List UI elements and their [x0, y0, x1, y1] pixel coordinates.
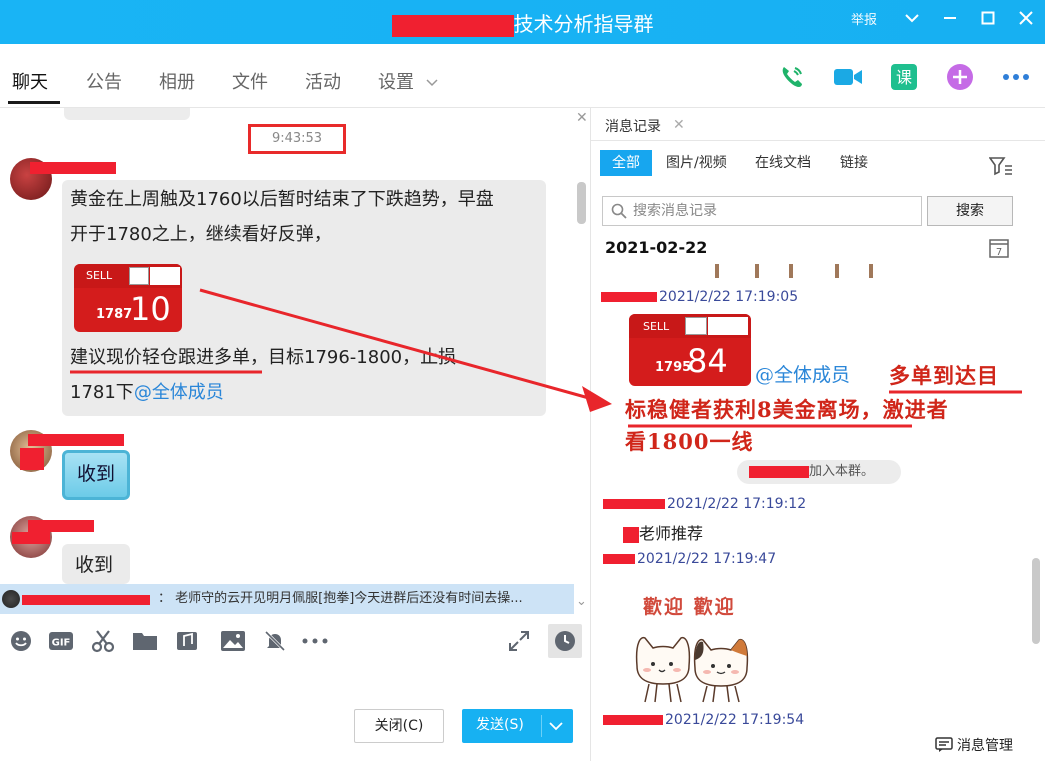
tab-album[interactable]: 相册 — [159, 68, 195, 94]
message-timestamp: 9:43:53 — [248, 124, 346, 154]
chevron-down-icon[interactable]: ⌄ — [576, 594, 587, 609]
close-icon[interactable]: ✕ — [673, 117, 685, 133]
redacted-sender-name — [28, 520, 94, 532]
input-toolbar: GIF — [8, 624, 588, 658]
annotation-text: 标稳健者获利8美金离场，激进者 — [625, 397, 949, 422]
welcome-sticker-text: 歡迎 歡迎 — [643, 596, 736, 618]
mention-all-link[interactable]: @全体成员 — [134, 382, 224, 403]
expand-icon[interactable] — [506, 628, 532, 654]
history-message-text: 老师推荐 — [623, 520, 703, 544]
annotation-text: 多单到达目 — [889, 363, 999, 388]
close-icon[interactable] — [1007, 0, 1045, 36]
more-icon[interactable] — [1001, 62, 1031, 92]
video-icon[interactable] — [833, 62, 863, 92]
calendar-icon[interactable]: 7 — [989, 238, 1009, 262]
message-line: 开于1780之上，继续看好反弹， — [70, 224, 332, 245]
trade-ticket-image: SELL 1787 10 — [74, 264, 182, 332]
tab-announcement[interactable]: 公告 — [86, 68, 122, 94]
chat-scrollbar[interactable] — [577, 182, 586, 224]
phone-icon[interactable] — [777, 62, 807, 92]
maximize-icon[interactable] — [969, 0, 1007, 36]
mute-bell-icon[interactable] — [262, 628, 288, 654]
received-sticker[interactable]: 收到 — [62, 450, 130, 500]
annotation-text: 看1800一线 — [625, 429, 754, 454]
tab-chat[interactable]: 聊天 — [12, 68, 48, 94]
redacted-sender-name — [30, 162, 116, 174]
lesson-icon[interactable]: 课 — [889, 62, 919, 92]
history-date: 2021-02-22 — [605, 238, 708, 257]
report-link[interactable]: 举报 — [851, 9, 877, 28]
tab-settings[interactable]: 设置 — [378, 68, 438, 94]
history-search-input[interactable]: 搜索消息记录 — [602, 196, 922, 226]
chevron-down-icon[interactable] — [549, 722, 563, 731]
close-button[interactable]: 关闭(C) — [354, 709, 444, 743]
history-clock-icon[interactable] — [548, 624, 582, 658]
redacted-sender-name — [603, 499, 665, 509]
scissors-icon[interactable] — [90, 628, 116, 654]
filter-links[interactable]: 链接 — [840, 150, 868, 176]
message-manager-button[interactable]: 消息管理 — [935, 735, 1013, 755]
redacted-avatar — [12, 532, 50, 544]
history-entry-meta: 2021/2/22 17:19:12 — [603, 496, 806, 512]
search-button[interactable]: 搜索 — [927, 196, 1013, 226]
tab-files[interactable]: 文件 — [232, 68, 268, 94]
chevron-down-icon — [426, 79, 438, 87]
tab-message-history[interactable]: 消息记录 — [605, 116, 661, 136]
top-nav: 聊天 公告 相册 文件 活动 设置 课 — [0, 44, 1045, 108]
trade-ticket-image[interactable]: SELL 1795 84 — [629, 314, 751, 386]
history-entry-meta: 2021/2/22 17:19:47 — [603, 551, 776, 567]
message-line: 黄金在上周触及1760以后暂时结束了下跌趋势，早盘 — [70, 189, 494, 210]
title-bar: 技术分析指导群 举报 — [0, 0, 1045, 44]
history-scrollbar[interactable] — [1032, 558, 1040, 644]
message-line: 1781下@全体成员 — [70, 382, 224, 403]
more-icon[interactable] — [302, 628, 328, 654]
mention-all-link[interactable]: @全体成员 — [755, 360, 850, 387]
svg-text:GIF: GIF — [52, 638, 71, 649]
add-app-icon[interactable] — [945, 62, 975, 92]
folder-icon[interactable] — [132, 628, 158, 654]
redacted-avatar — [20, 448, 44, 470]
redacted-title-prefix — [391, 14, 514, 37]
system-join-message: 加入本群。 — [737, 460, 901, 484]
active-tab-indicator — [8, 101, 60, 104]
history-entry-meta: 2021/2/22 17:19:54 — [603, 712, 804, 728]
avatar — [2, 590, 20, 608]
qq-group-window: 技术分析指导群 举报 聊天 公告 相册 文件 活动 设置 课 ✕ 9:43:53… — [0, 0, 1045, 761]
redacted-sender-name — [603, 715, 663, 725]
music-icon[interactable] — [174, 628, 200, 654]
new-message-notification[interactable]: ： 老师守的云开见明月佩服[抱拳]今天进群后还没有时间去操... — [0, 584, 574, 614]
redacted-sender-name — [603, 554, 635, 564]
filter-media[interactable]: 图片/视频 — [666, 150, 727, 176]
message-manager-icon — [935, 737, 953, 752]
minimize-icon[interactable] — [931, 0, 969, 36]
search-icon — [611, 203, 627, 219]
previous-message-bubble — [64, 108, 190, 120]
image-icon[interactable] — [220, 628, 246, 654]
filter-docs[interactable]: 在线文档 — [755, 150, 811, 176]
chat-area[interactable]: ✕ 9:43:53 黄金在上周触及1760以后暂时结束了下跌趋势，早盘 开于17… — [0, 108, 590, 584]
close-icon[interactable]: ✕ — [576, 110, 588, 126]
svg-text:课: 课 — [896, 68, 912, 87]
message-bubble[interactable]: 黄金在上周触及1760以后暂时结束了下跌趋势，早盘 开于1780之上，继续看好反… — [62, 180, 546, 416]
message-history-panel: 消息记录 ✕ 全部 图片/视频 在线文档 链接 搜索消息记录 搜索 2021-0… — [590, 108, 1045, 761]
history-entry-meta: 2021/2/22 17:19:05 — [601, 289, 798, 305]
redacted-sender-name — [601, 292, 657, 302]
send-button[interactable]: 发送(S) — [462, 709, 573, 743]
redacted-sender-name — [28, 434, 124, 446]
svg-text:7: 7 — [996, 247, 1002, 258]
previous-image-fragment — [711, 264, 891, 278]
tab-activity[interactable]: 活动 — [305, 68, 341, 94]
filter-icon[interactable] — [988, 156, 1013, 180]
chevron-down-icon[interactable] — [893, 0, 931, 36]
message-bubble[interactable]: 收到 — [62, 544, 130, 584]
redacted-sender-name — [749, 465, 809, 478]
gif-icon[interactable]: GIF — [48, 628, 74, 654]
redacted-sender-name — [22, 595, 150, 605]
cat-sticker-image — [635, 636, 749, 703]
filter-all[interactable]: 全部 — [600, 150, 652, 176]
emoji-icon[interactable] — [8, 628, 34, 654]
redacted-name — [623, 526, 639, 543]
message-line: 建议现价轻仓跟进多单，目标1796-1800，止损 — [70, 347, 457, 368]
